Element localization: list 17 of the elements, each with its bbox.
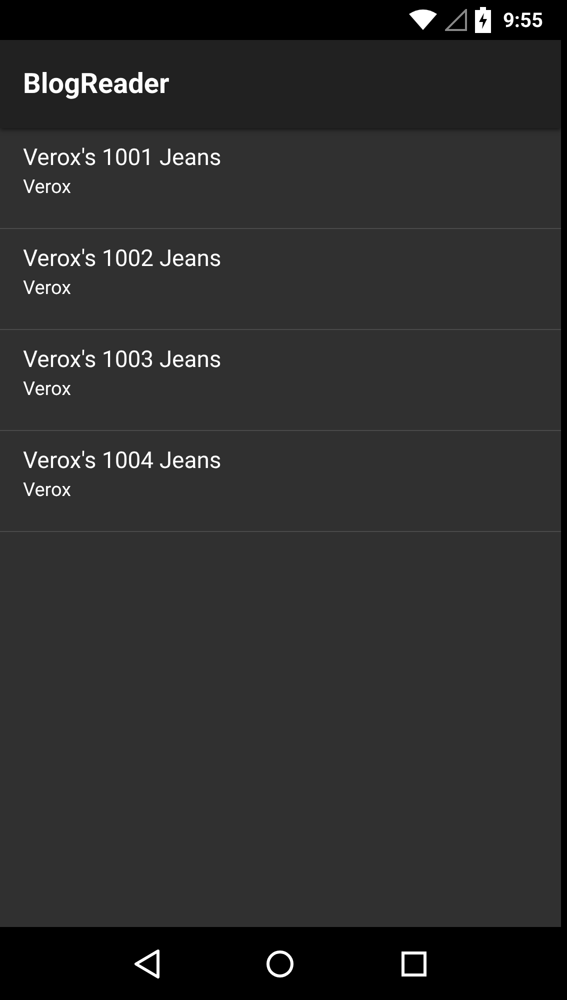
status-time: 9:55 xyxy=(502,7,543,34)
post-list-item[interactable]: Verox's 1001 Jeans Verox xyxy=(0,128,561,229)
post-author: Verox xyxy=(23,174,72,200)
battery-charging-icon xyxy=(474,7,491,33)
post-title: Verox's 1002 Jeans xyxy=(23,245,222,273)
post-list-item[interactable]: Verox's 1003 Jeans Verox xyxy=(0,330,561,431)
post-list-item[interactable]: Verox's 1002 Jeans Verox xyxy=(0,229,561,330)
post-author: Verox xyxy=(23,275,72,301)
post-title: Verox's 1001 Jeans xyxy=(23,144,222,172)
post-author: Verox xyxy=(23,376,72,402)
post-title: Verox's 1003 Jeans xyxy=(23,346,222,374)
app-title: BlogReader xyxy=(23,66,170,102)
wifi-icon xyxy=(408,9,437,31)
post-author: Verox xyxy=(23,477,72,503)
post-list-item[interactable]: Verox's 1004 Jeans Verox xyxy=(0,431,561,532)
signal-icon xyxy=(444,9,467,31)
post-title: Verox's 1004 Jeans xyxy=(23,447,222,475)
